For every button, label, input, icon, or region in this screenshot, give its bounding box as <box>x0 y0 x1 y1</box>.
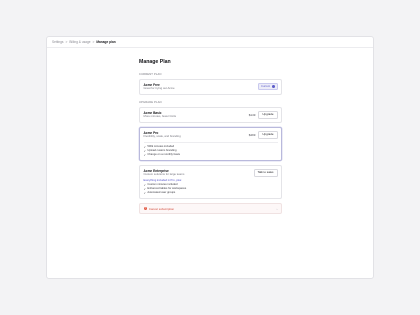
current-badge: Current <box>258 83 278 90</box>
badge-label: Current <box>261 84 270 88</box>
breadcrumb-separator: > <box>65 40 68 44</box>
page-title: Manage Plan <box>139 59 171 65</box>
check-icon: ✓ <box>143 153 146 157</box>
plan-card-pro[interactable]: Acme Pro Flexibility, scale, and brandin… <box>139 127 282 161</box>
breadcrumb-settings[interactable]: Settings <box>52 40 64 44</box>
breadcrumb-separator: > <box>92 40 95 44</box>
check-icon: ✓ <box>143 191 146 195</box>
current-plan-card: Acme Free Great for trying out Acme Curr… <box>139 79 282 95</box>
plan-card-enterprise[interactable]: Acme Enterprise Custom solutions for lar… <box>139 165 282 199</box>
upgrade-pro-button[interactable]: Upgrade <box>258 131 278 139</box>
upgrade-plan-label: UPGRADE PLAN <box>139 101 162 104</box>
plan-description: Custom solutions for large teams <box>143 172 185 177</box>
breadcrumb-current: Manage plan <box>96 40 116 44</box>
chevron-right-icon: › <box>276 206 278 211</box>
current-dot-icon <box>271 84 275 88</box>
plan-price: $149 <box>248 112 256 117</box>
plan-description: More minutes, fewer limits <box>143 114 176 119</box>
manage-plan-content: Manage Plan CURRENT PLAN Acme Free Great… <box>139 59 282 214</box>
feature-label: Change on a monthly basis <box>147 153 180 156</box>
feature-item: ✓ Automated user groups <box>144 191 278 195</box>
current-plan-label: CURRENT PLAN <box>139 73 162 76</box>
feature-label: Automated user groups <box>147 191 176 194</box>
upgrade-basic-button[interactable]: Upgrade <box>258 111 278 119</box>
feature-item: ✓ Change on a monthly basis <box>144 153 278 157</box>
talk-to-sales-button[interactable]: Talk to sales <box>253 169 278 177</box>
plan-price: $499 <box>248 132 256 137</box>
plan-description: Great for trying out Acme <box>143 86 175 91</box>
plan-card-basic[interactable]: Acme Basic More minutes, fewer limits $1… <box>139 107 282 123</box>
cancel-subscription-label: Cancel subscription <box>148 206 175 211</box>
breadcrumb: Settings > Billing & usage > Manage plan <box>47 37 373 48</box>
breadcrumb-billing[interactable]: Billing & usage <box>69 40 90 44</box>
settings-window: Settings > Billing & usage > Manage plan… <box>46 36 374 279</box>
plan-description: Flexibility, scale, and branding <box>143 134 181 139</box>
cancel-subscription-row[interactable]: ! Cancel subscription › <box>139 203 282 214</box>
feature-list: ✓ Custom minutes included ✓ Enhanced tab… <box>144 183 278 195</box>
feature-list: ✓ 500k minutes included ✓ Upload custom … <box>143 142 278 157</box>
warning-icon: ! <box>143 206 147 211</box>
